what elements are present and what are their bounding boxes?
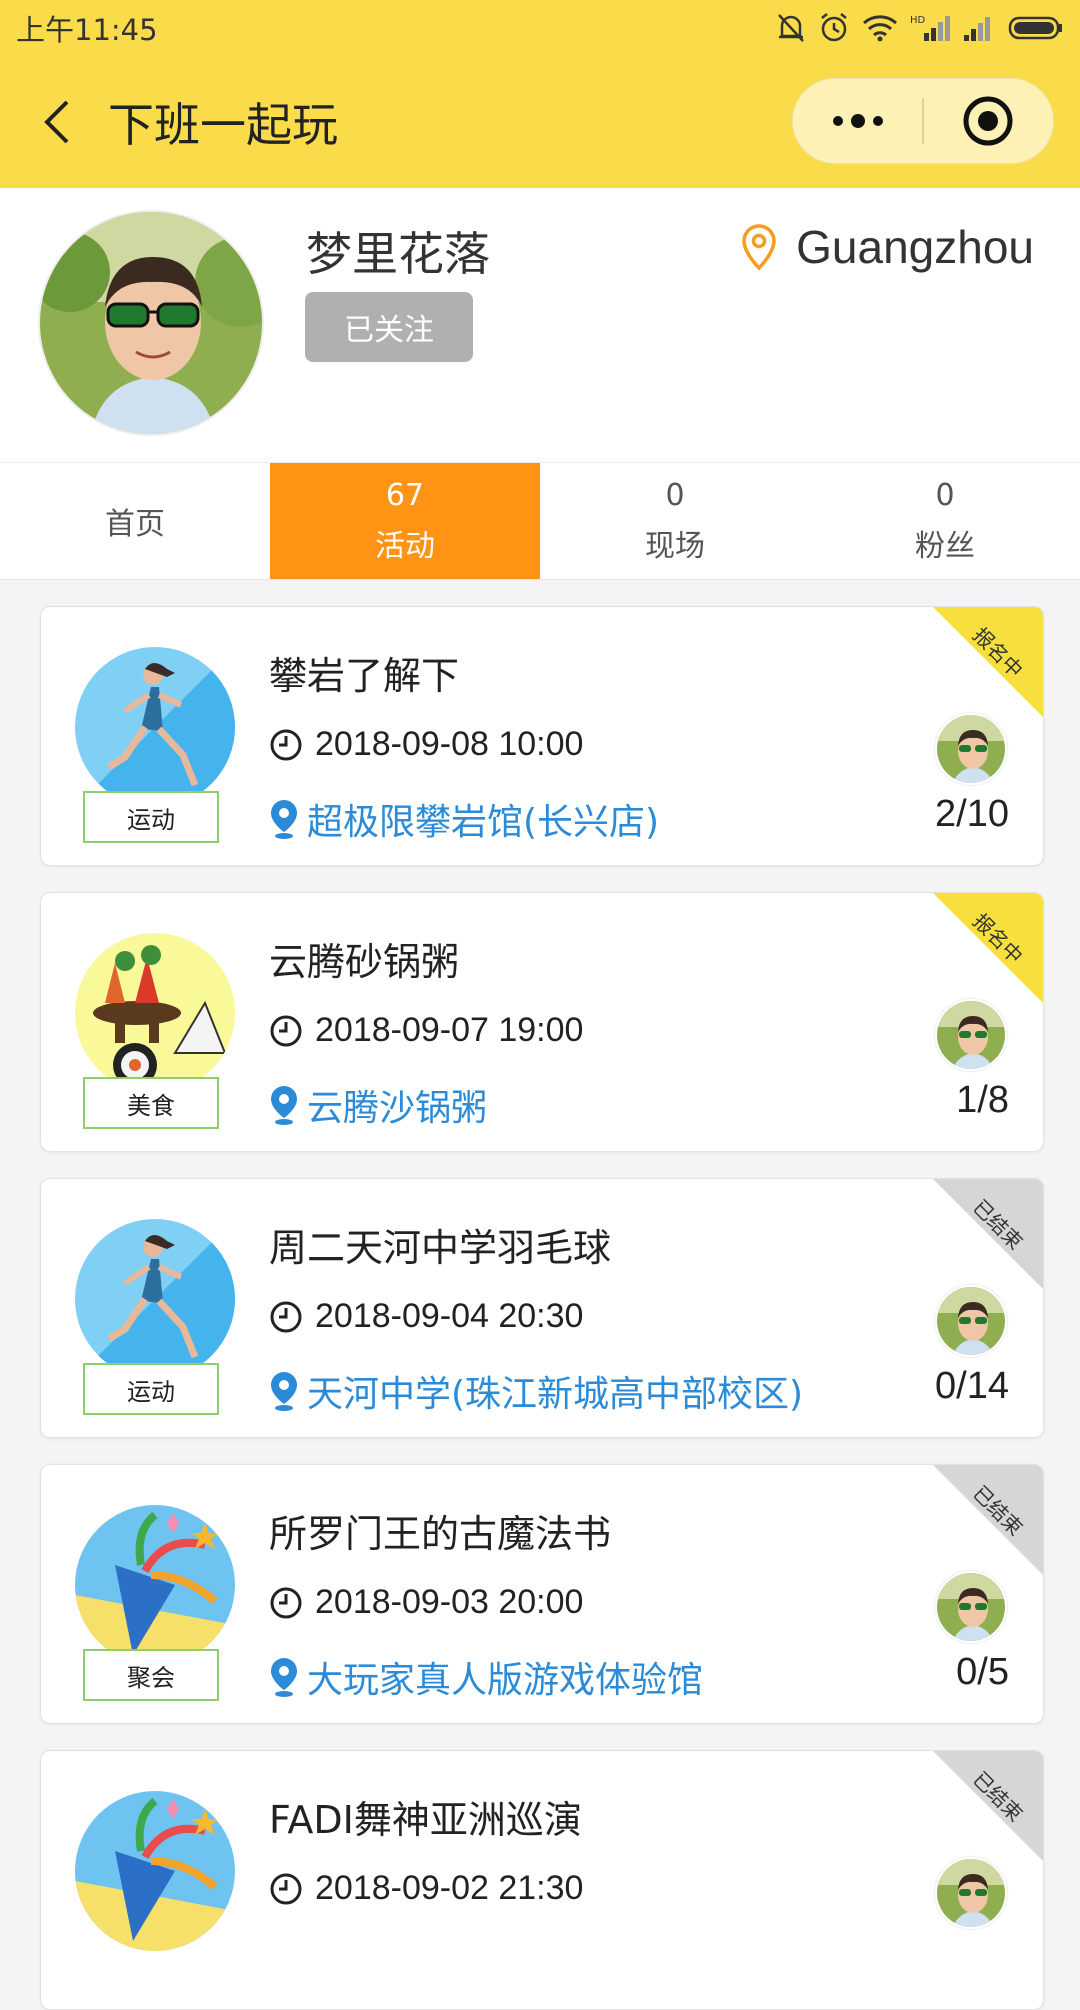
mute-icon	[778, 14, 804, 42]
category-image	[75, 1505, 235, 1665]
tab-label: 粉丝	[915, 528, 975, 564]
organizer-avatar	[935, 1857, 1007, 1929]
page-title: 下班一起玩	[108, 98, 338, 152]
activity-location[interactable]: 天河中学(珠江新城高中部校区)	[269, 1365, 803, 1417]
clock-icon	[270, 729, 302, 760]
profile-name: 梦里花落	[306, 227, 490, 281]
category-image	[75, 1791, 235, 1951]
activity-title: 云腾砂锅粥	[269, 940, 460, 984]
wifi-icon	[863, 15, 897, 42]
signal-icon	[964, 17, 990, 41]
category-image	[75, 647, 235, 807]
activity-location-text: 超极限攀岩馆(长兴店)	[307, 802, 660, 843]
tab-label: 首页	[105, 507, 165, 542]
food-icon	[75, 933, 235, 1093]
profile-tabs: 首页 67 活动 0 现场 0 粉丝	[0, 462, 1080, 580]
status-bar: 上午11:45 HD	[0, 0, 1080, 56]
chevron-left-icon	[44, 100, 69, 144]
activity-time-text: 2018-09-02 21:30	[315, 1869, 584, 1907]
activity-time: 2018-09-08 10:00	[269, 725, 583, 764]
activity-time-text: 2018-09-08 10:00	[315, 725, 584, 763]
activity-time: 2018-09-04 20:30	[269, 1297, 583, 1336]
svg-text:HD: HD	[910, 15, 926, 26]
activity-time-text: 2018-09-04 20:30	[315, 1297, 584, 1335]
tab-count: 67	[385, 477, 425, 513]
activity-time-text: 2018-09-03 20:00	[315, 1583, 584, 1621]
more-dots-icon	[832, 114, 883, 128]
clock-icon	[270, 1587, 302, 1618]
activity-time: 2018-09-03 20:00	[269, 1583, 583, 1622]
status-icons: HD	[776, 12, 1064, 44]
activity-title: FADI舞神亚洲巡演	[269, 1798, 582, 1842]
category-tag: 运动	[83, 1363, 219, 1415]
category-tag: 运动	[83, 791, 219, 843]
runner-icon	[75, 1219, 235, 1379]
location-pin-icon	[271, 1658, 297, 1697]
organizer-avatar	[935, 1571, 1007, 1643]
activity-location-text: 天河中学(珠江新城高中部校区)	[307, 1374, 804, 1415]
back-button[interactable]	[28, 94, 84, 150]
clock-icon	[270, 1873, 302, 1904]
avatar[interactable]	[38, 210, 264, 436]
nav-bar: 下班一起玩	[0, 56, 1080, 188]
party-icon	[75, 1505, 235, 1665]
activity-title: 周二天河中学羽毛球	[269, 1226, 612, 1270]
organizer-avatar	[935, 1285, 1007, 1357]
activity-card[interactable]: 报名中 运动 攀岩了解下 2018-09-08 10:00 超极限攀岩馆(长兴店…	[40, 606, 1044, 866]
activity-card[interactable]: 报名中 美食 云腾砂锅粥 2018-09-07 19:00 云腾沙锅粥 1/8	[40, 892, 1044, 1152]
status-time: 上午11:45	[16, 13, 158, 47]
activity-location-text: 云腾沙锅粥	[307, 1088, 488, 1129]
activity-time: 2018-09-02 21:30	[269, 1869, 583, 1908]
location-pin-icon	[271, 1086, 297, 1125]
category-image	[75, 933, 235, 1093]
organizer-avatar	[935, 713, 1007, 785]
activity-card[interactable]: 已结束 聚会 所罗门王的古魔法书 2018-09-03 20:00 大玩家真人版…	[40, 1464, 1044, 1724]
activity-location[interactable]: 大玩家真人版游戏体验馆	[269, 1651, 703, 1703]
activity-title: 攀岩了解下	[269, 654, 460, 698]
location-pin-icon	[742, 224, 776, 271]
participant-count: 0/5	[956, 1651, 1009, 1693]
activity-time: 2018-09-07 19:00	[269, 1011, 583, 1050]
alarm-icon	[821, 13, 847, 42]
organizer-avatar	[935, 999, 1007, 1071]
location-pin-icon	[271, 1372, 297, 1411]
runner-icon	[75, 647, 235, 807]
battery-icon	[1008, 16, 1062, 40]
location-text: Guangzhou	[796, 221, 1034, 273]
profile-header: 梦里花落 已关注 Guangzhou	[0, 188, 1080, 462]
activity-location-text: 大玩家真人版游戏体验馆	[307, 1660, 704, 1701]
target-icon	[963, 96, 1013, 146]
activity-location[interactable]: 云腾沙锅粥	[269, 1079, 487, 1131]
tab-fans[interactable]: 0 粉丝	[810, 463, 1080, 579]
category-tag: 聚会	[83, 1649, 219, 1701]
tab-count: 0	[665, 477, 685, 513]
activity-card[interactable]: 已结束 运动 周二天河中学羽毛球 2018-09-04 20:30 天河中学(珠…	[40, 1178, 1044, 1438]
location-pin-icon	[271, 800, 297, 839]
party-icon	[75, 1791, 235, 1951]
clock-icon	[270, 1301, 302, 1332]
tab-label: 现场	[645, 528, 705, 564]
tab-home[interactable]: 首页	[0, 463, 270, 579]
clock-icon	[270, 1015, 302, 1046]
activity-location[interactable]: 超极限攀岩馆(长兴店)	[269, 793, 659, 845]
profile-location: Guangzhou	[740, 220, 1034, 274]
mini-program-capsule	[792, 78, 1054, 164]
activity-title: 所罗门王的古魔法书	[269, 1512, 612, 1556]
signal-hd-icon: HD	[910, 15, 950, 41]
activity-card[interactable]: 已结束 FADI舞神亚洲巡演 2018-09-02 21:30	[40, 1750, 1044, 2010]
participant-count: 0/14	[935, 1365, 1009, 1407]
tab-live[interactable]: 0 现场	[540, 463, 810, 579]
participant-count: 2/10	[935, 793, 1009, 835]
tab-count: 0	[935, 477, 955, 513]
tab-activities[interactable]: 67 活动	[270, 463, 540, 579]
participant-count: 1/8	[956, 1079, 1009, 1121]
follow-button[interactable]: 已关注	[305, 292, 473, 362]
category-image	[75, 1219, 235, 1379]
category-tag: 美食	[83, 1077, 219, 1129]
tab-label: 活动	[375, 528, 435, 564]
close-button[interactable]	[924, 78, 1053, 164]
more-button[interactable]	[793, 78, 922, 164]
activity-time-text: 2018-09-07 19:00	[315, 1011, 584, 1049]
